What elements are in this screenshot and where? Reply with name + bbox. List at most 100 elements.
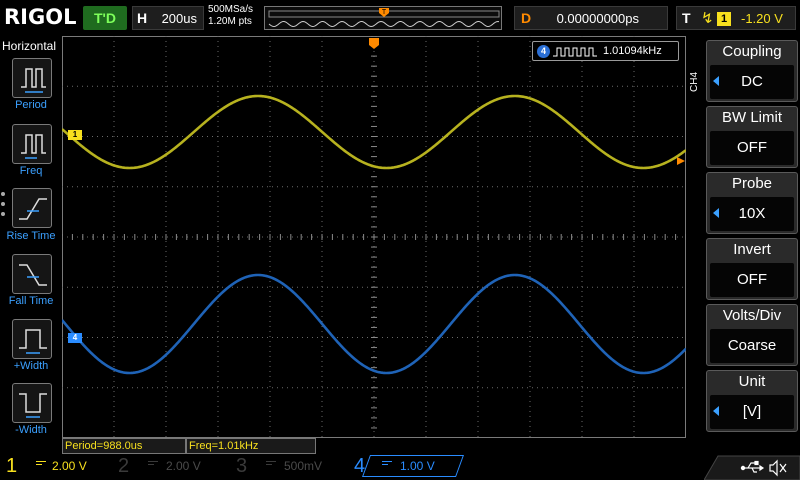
unit-value-box: [V] (710, 395, 794, 429)
negative-width-label: -Width (15, 424, 47, 436)
ch1-status[interactable]: 1 2.00 V (6, 454, 114, 478)
measure-menu: Horizontal Period Freq Rise Time Fall Ti… (0, 36, 62, 440)
freq-button[interactable] (12, 124, 52, 164)
invert-softkey[interactable]: Invert OFF (706, 238, 798, 300)
waveform-display[interactable]: 4 1.01094kHz (62, 36, 686, 438)
memory-overview-waveform: T (268, 8, 500, 28)
ch2-number: 2 (118, 455, 130, 477)
ch4-offset-marker[interactable]: 4 (68, 333, 82, 343)
left-menu-title: Horizontal (2, 39, 57, 53)
bw-limit-value: OFF (737, 139, 767, 156)
invert-value-box: OFF (710, 263, 794, 297)
frequency-measurement[interactable]: Freq=1.01kHz (186, 438, 316, 454)
bw-limit-softkey[interactable]: BW Limit OFF (706, 106, 798, 168)
period-label: Period (15, 99, 47, 111)
probe-value-box: 10X (710, 197, 794, 231)
bw-limit-title: BW Limit (722, 109, 782, 126)
trigger-source-badge: 1 (717, 12, 731, 26)
brand-logo: RIGOL (4, 5, 77, 29)
period-icon (21, 68, 46, 93)
menu-page-indicator (1, 192, 7, 222)
volts-div-softkey[interactable]: Volts/Div Coarse (706, 304, 798, 366)
trigger-level-icon (677, 157, 685, 165)
rise-time-label: Rise Time (6, 230, 56, 242)
trigger-position-icon (369, 38, 379, 49)
negative-width-icon (19, 393, 47, 418)
unit-softkey[interactable]: Unit [V] (706, 370, 798, 432)
ch2-scale: 2.00 V (166, 459, 201, 473)
dc-coupling-icon (382, 461, 392, 467)
dc-coupling-icon (266, 461, 276, 467)
waveform-grid (62, 36, 686, 438)
period-button[interactable] (12, 58, 52, 98)
volts-div-value-box: Coarse (710, 329, 794, 363)
ch1-number: 1 (6, 455, 18, 477)
ch1-offset-marker[interactable]: 1 (68, 130, 82, 140)
timebase-display[interactable]: H 200us (132, 6, 204, 30)
trigger-level: -1.20 V (741, 11, 783, 26)
freq-icon (21, 134, 46, 159)
trigger-label: T (682, 10, 691, 26)
fall-time-button[interactable] (12, 254, 52, 294)
status-icons (703, 454, 800, 480)
counter-frequency-value: 1.01094kHz (603, 45, 662, 57)
ch4-trace (62, 273, 686, 375)
status-icons-svg (703, 455, 800, 480)
ch3-number: 3 (236, 455, 248, 477)
top-status-bar: RIGOL T'D H 200us 500MSa/s 1.20M pts T D… (0, 0, 800, 36)
ch2-status[interactable]: 2 2.00 V (118, 454, 226, 478)
fall-time-icon (19, 264, 47, 286)
dc-coupling-icon (36, 461, 46, 467)
invert-value: OFF (737, 271, 767, 288)
delay-value: 0.00000000ps (556, 11, 639, 26)
coupling-value: DC (741, 73, 763, 90)
probe-softkey[interactable]: Probe 10X (706, 172, 798, 234)
sample-rate: 500MSa/s (208, 4, 254, 15)
delay-label: D (521, 10, 532, 26)
period-measurement[interactable]: Period=988.0us (62, 438, 186, 454)
counter-channel-badge: 4 (537, 45, 550, 58)
probe-value: 10X (738, 205, 766, 222)
timebase-label: H (137, 10, 148, 26)
volts-div-title: Volts/Div (722, 307, 782, 324)
ch1-scale: 2.00 V (52, 459, 87, 473)
trigger-status-badge: T'D (83, 6, 127, 30)
coupling-softkey[interactable]: Coupling DC (706, 40, 798, 102)
ch3-scale: 500mV (284, 459, 323, 473)
measurement-bar: Period=988.0us Freq=1.01kHz (62, 438, 686, 454)
ch4-scale: 1.00 V (400, 459, 435, 473)
unit-title: Unit (738, 373, 766, 390)
channel-menu-label: CH4 (689, 71, 700, 92)
acquisition-info: 500MSa/s 1.20M pts (208, 4, 253, 28)
probe-title: Probe (731, 175, 773, 192)
horizontal-delay-display[interactable]: D 0.00000000ps (514, 6, 668, 30)
ch4-number: 4 (354, 455, 366, 477)
timebase-value: 200us (161, 11, 197, 26)
bw-limit-value-box: OFF (710, 131, 794, 165)
rise-time-icon (19, 198, 47, 220)
invert-title: Invert (733, 241, 771, 258)
trigger-display[interactable]: T ↯ 1 -1.20 V (676, 6, 796, 30)
positive-width-label: +Width (13, 360, 49, 372)
svg-text:T: T (382, 9, 387, 16)
volts-div-value: Coarse (727, 337, 777, 354)
unit-value: [V] (742, 403, 762, 420)
ch4-status[interactable]: 4 1.00 V (352, 454, 465, 478)
positive-width-icon (19, 329, 47, 354)
coupling-title: Coupling (722, 43, 782, 60)
freq-label: Freq (19, 165, 43, 177)
channel-menu: CH4 Coupling DC BW Limit OFF Probe 10X I… (686, 36, 800, 440)
frequency-counter: 4 1.01094kHz (532, 41, 679, 61)
memory-overview: T (264, 6, 502, 30)
dc-coupling-icon (148, 461, 158, 467)
negative-width-button[interactable] (12, 383, 52, 423)
positive-width-button[interactable] (12, 319, 52, 359)
ch3-status[interactable]: 3 500mV (236, 454, 344, 478)
square-wave-icon (553, 47, 597, 57)
rising-edge-icon: ↯ (701, 10, 714, 27)
fall-time-label: Fall Time (8, 295, 54, 307)
rise-time-button[interactable] (12, 188, 52, 228)
coupling-value-box: DC (710, 65, 794, 99)
memory-depth: 1.20M pts (208, 16, 252, 27)
channel-bar: 1 2.00 V 2 2.00 V 3 500mV 4 1.00 V (0, 454, 800, 480)
